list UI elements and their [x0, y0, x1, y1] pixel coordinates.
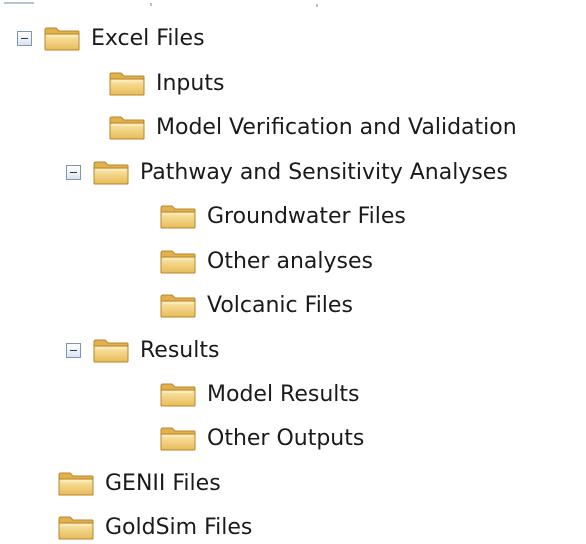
folder-icon — [92, 159, 130, 185]
tree-node-volcanic-files[interactable]: Volcanic Files — [159, 288, 353, 322]
tree-node-other-analyses[interactable]: Other analyses — [159, 244, 373, 278]
tree-node-results[interactable]: Results — [66, 333, 219, 367]
folder-icon — [108, 70, 146, 96]
folder-icon — [159, 248, 197, 274]
tree-node-goldsim-files[interactable]: GoldSim Files — [57, 510, 252, 544]
folder-icon — [108, 114, 146, 140]
collapse-minus-icon[interactable] — [66, 164, 81, 180]
tree-node-genii-files[interactable]: GENII Files — [57, 466, 221, 500]
folder-icon — [43, 25, 81, 51]
tree-node-label: Inputs — [156, 70, 225, 96]
tree-node-label: Pathway and Sensitivity Analyses — [140, 159, 508, 185]
tree-node-label: Groundwater Files — [207, 203, 406, 229]
tree-node-excel-files[interactable]: Excel Files — [17, 21, 205, 55]
tree-node-label: Other analyses — [207, 248, 373, 274]
tree-node-other-outputs[interactable]: Other Outputs — [159, 421, 364, 455]
tree-node-label: GENII Files — [105, 470, 221, 496]
tree-node-groundwater-files[interactable]: Groundwater Files — [159, 199, 406, 233]
tree-node-model-results[interactable]: Model Results — [159, 377, 360, 411]
folder-icon — [57, 470, 95, 496]
folder-icon — [159, 381, 197, 407]
collapse-minus-icon[interactable] — [17, 30, 32, 46]
collapse-minus-icon[interactable] — [66, 342, 81, 358]
tree-node-label: GoldSim Files — [105, 514, 253, 540]
folder-icon — [92, 337, 130, 363]
tree-node-label: Other Outputs — [207, 425, 365, 451]
folder-icon — [159, 425, 197, 451]
tree-node-label: Results — [140, 337, 220, 363]
folder-icon — [159, 292, 197, 318]
folder-icon — [159, 203, 197, 229]
folder-icon — [57, 514, 95, 540]
tree-node-label: Model Results — [207, 381, 360, 407]
tree-node-label: Volcanic Files — [207, 292, 353, 318]
tree-node-inputs[interactable]: Inputs — [108, 66, 224, 100]
tree-node-label: Model Verification and Validation — [156, 114, 517, 140]
tree-node-model-verification[interactable]: Model Verification and Validation — [108, 110, 517, 144]
folder-tree: Excel Files Inputs Model Verification an… — [0, 0, 586, 542]
tree-node-label: Excel Files — [91, 25, 205, 51]
tree-node-pathway-sensitivity[interactable]: Pathway and Sensitivity Analyses — [66, 155, 508, 189]
